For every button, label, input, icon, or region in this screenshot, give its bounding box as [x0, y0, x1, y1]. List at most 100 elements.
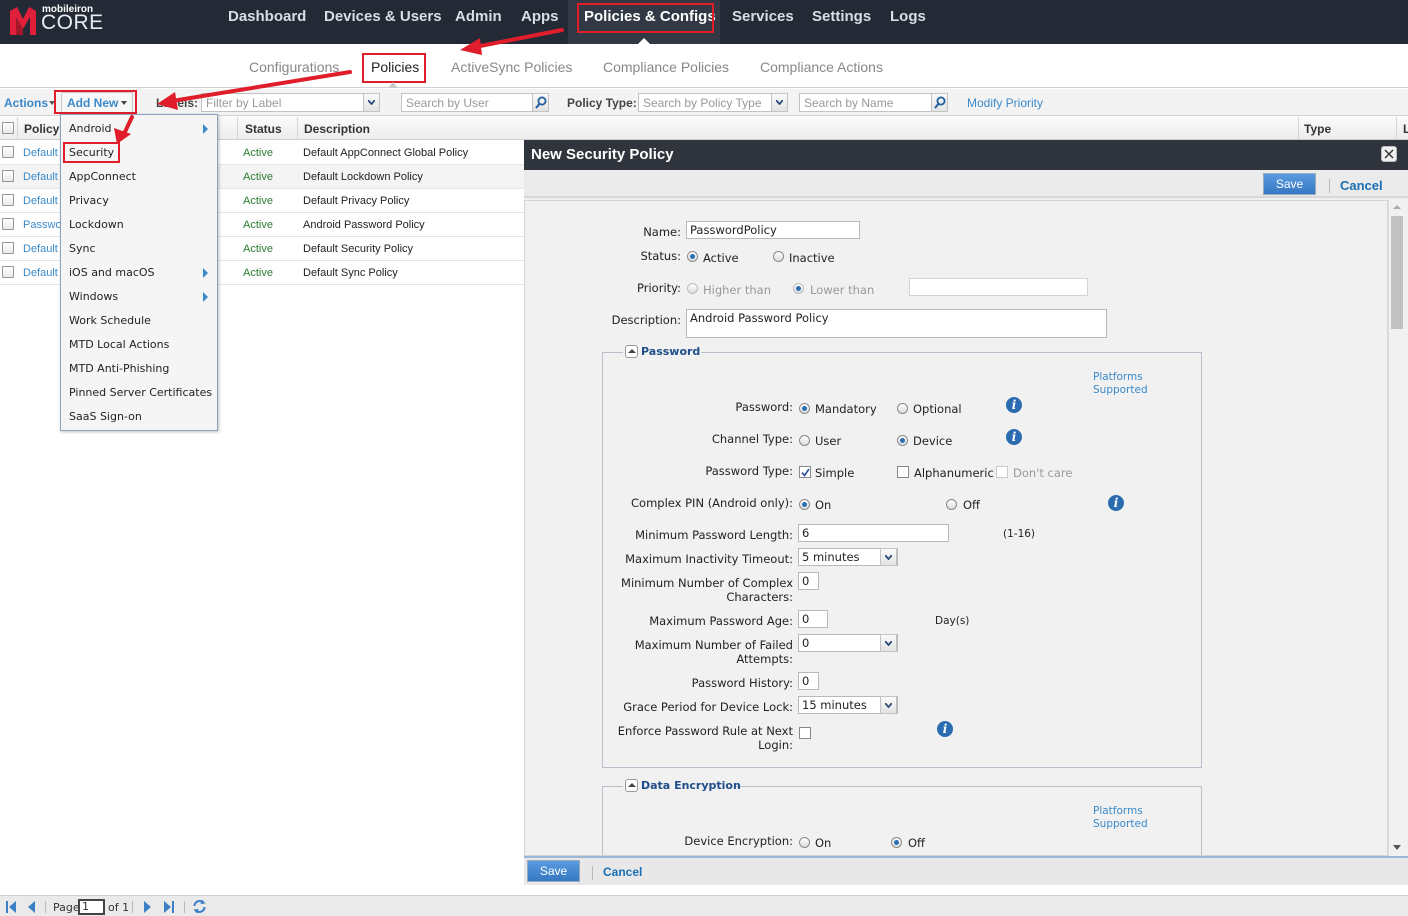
policy-name-link[interactable]: Default	[23, 195, 58, 207]
row-checkbox[interactable]	[2, 218, 14, 230]
user-search-input[interactable]: Search by User	[401, 93, 533, 112]
first-page-icon[interactable]	[6, 901, 16, 913]
scroll-down-arrow-icon[interactable]	[1393, 845, 1401, 850]
user-search-button[interactable]	[532, 93, 549, 112]
min-complex-characters-input[interactable]: 0	[798, 572, 819, 590]
collapse-section-button[interactable]	[625, 779, 638, 792]
column-header-status[interactable]: Status	[245, 122, 282, 136]
nav-logs[interactable]: Logs	[890, 0, 926, 44]
info-icon[interactable]: i	[1006, 397, 1022, 413]
password-type-simple-checkbox[interactable]	[799, 466, 811, 478]
mobileiron-core-logo[interactable]: mobileiron CORE	[10, 3, 110, 39]
row-checkbox[interactable]	[2, 170, 14, 182]
row-checkbox[interactable]	[2, 242, 14, 254]
complex-pin-off-radio[interactable]	[946, 499, 957, 510]
info-icon[interactable]: i	[1108, 495, 1124, 511]
menu-item-windows[interactable]: Windows	[69, 290, 118, 303]
device-encryption-off-radio[interactable]	[891, 837, 902, 848]
column-header-last[interactable]: L	[1403, 122, 1408, 136]
name-search-input[interactable]: Search by Name	[799, 93, 932, 112]
password-type-alphanumeric-checkbox[interactable]	[897, 466, 909, 478]
max-password-age-input[interactable]: 0	[798, 610, 828, 628]
scrollbar-thumb[interactable]	[1391, 216, 1403, 329]
channel-device-radio[interactable]	[897, 435, 908, 446]
tab-configurations[interactable]: Configurations	[249, 59, 339, 75]
menu-item-saas-sign-on[interactable]: SaaS Sign-on	[69, 410, 142, 423]
policy-type-input[interactable]: Search by Policy Type	[638, 93, 772, 112]
nav-dashboard[interactable]: Dashboard	[228, 0, 306, 44]
collapse-section-button[interactable]	[625, 345, 638, 358]
complex-pin-on-radio[interactable]	[799, 499, 810, 510]
menu-item-pinned-server-certificates[interactable]: Pinned Server Certificates	[69, 386, 212, 399]
status-inactive-radio[interactable]	[773, 251, 784, 262]
policy-name-link[interactable]: Passwo	[23, 219, 62, 231]
nav-admin[interactable]: Admin	[455, 0, 502, 44]
menu-item-appconnect[interactable]: AppConnect	[69, 170, 136, 183]
refresh-icon[interactable]	[192, 899, 207, 914]
menu-item-mtd-anti-phishing[interactable]: MTD Anti-Phishing	[69, 362, 169, 375]
scroll-up-arrow-icon[interactable]	[1393, 205, 1401, 209]
close-dialog-button[interactable]	[1381, 146, 1397, 162]
password-history-input[interactable]: 0	[798, 672, 819, 690]
grace-period-dropdown[interactable]	[880, 696, 897, 714]
max-failed-attempts-dropdown[interactable]	[880, 634, 897, 652]
device-encryption-on-radio[interactable]	[799, 837, 810, 848]
policy-name-link[interactable]: Default	[23, 243, 58, 255]
modify-priority-link[interactable]: Modify Priority	[967, 96, 1043, 110]
enforce-password-rule-checkbox[interactable]	[799, 727, 811, 739]
nav-settings[interactable]: Settings	[812, 0, 871, 44]
menu-item-lockdown[interactable]: Lockdown	[69, 218, 124, 231]
password-mandatory-radio[interactable]	[799, 403, 810, 414]
tab-compliance-policies[interactable]: Compliance Policies	[603, 59, 729, 75]
status-active-radio[interactable]	[687, 251, 698, 262]
column-header-type[interactable]: Type	[1304, 122, 1331, 136]
save-button-bottom[interactable]: Save	[527, 860, 580, 882]
row-checkbox[interactable]	[2, 266, 14, 278]
name-input[interactable]: PasswordPolicy	[686, 221, 860, 239]
select-all-checkbox[interactable]	[2, 122, 14, 134]
menu-item-privacy[interactable]: Privacy	[69, 194, 109, 207]
nav-services[interactable]: Services	[732, 0, 794, 44]
menu-item-ios-macos[interactable]: iOS and macOS	[69, 266, 155, 279]
tab-activesync-policies[interactable]: ActiveSync Policies	[451, 59, 572, 75]
tab-compliance-actions[interactable]: Compliance Actions	[760, 59, 883, 75]
row-checkbox[interactable]	[2, 194, 14, 206]
info-icon[interactable]: i	[1006, 429, 1022, 445]
save-button-top[interactable]: Save	[1263, 173, 1316, 195]
policy-type-dropdown[interactable]	[771, 93, 788, 112]
row-checkbox[interactable]	[2, 146, 14, 158]
platforms-supported-link[interactable]: Platforms Supported	[1093, 805, 1148, 831]
menu-item-mtd-local-actions[interactable]: MTD Local Actions	[69, 338, 169, 351]
page-number-input[interactable]: 1	[78, 899, 105, 915]
description-input[interactable]: Android Password Policy	[686, 309, 1107, 338]
previous-page-icon[interactable]	[27, 901, 35, 913]
priority-higher-radio[interactable]	[687, 283, 698, 294]
next-page-icon[interactable]	[144, 901, 152, 913]
cancel-link-top[interactable]: Cancel	[1340, 178, 1383, 193]
password-optional-radio[interactable]	[897, 403, 908, 414]
password-type-dont-care-checkbox[interactable]	[996, 466, 1008, 478]
menu-item-android[interactable]: Android	[69, 122, 112, 135]
channel-user-radio[interactable]	[799, 435, 810, 446]
policy-name-link[interactable]: Default	[23, 171, 58, 183]
priority-lower-radio[interactable]	[793, 283, 804, 294]
menu-item-work-schedule[interactable]: Work Schedule	[69, 314, 151, 327]
max-inactivity-timeout-dropdown[interactable]	[880, 548, 897, 566]
dialog-scrollbar[interactable]	[1388, 200, 1404, 856]
actions-menu[interactable]: Actions	[4, 96, 48, 110]
info-icon[interactable]: i	[937, 721, 953, 737]
nav-devices-users[interactable]: Devices & Users	[324, 0, 442, 44]
menu-item-sync[interactable]: Sync	[69, 242, 96, 255]
policy-name-link[interactable]: Default	[23, 267, 58, 279]
nav-apps[interactable]: Apps	[521, 0, 559, 44]
priority-policy-select[interactable]	[909, 278, 1088, 296]
name-search-button[interactable]	[931, 93, 948, 112]
min-password-length-input[interactable]: 6	[798, 524, 949, 542]
label-filter-dropdown[interactable]	[363, 93, 380, 112]
platforms-supported-link[interactable]: Platforms Supported	[1093, 371, 1148, 397]
column-header-policy[interactable]: Policy	[24, 122, 59, 136]
last-page-icon[interactable]	[164, 901, 174, 913]
column-header-description[interactable]: Description	[304, 122, 370, 136]
cancel-link-bottom[interactable]: Cancel	[603, 865, 642, 879]
policy-name-link[interactable]: Default	[23, 147, 58, 159]
